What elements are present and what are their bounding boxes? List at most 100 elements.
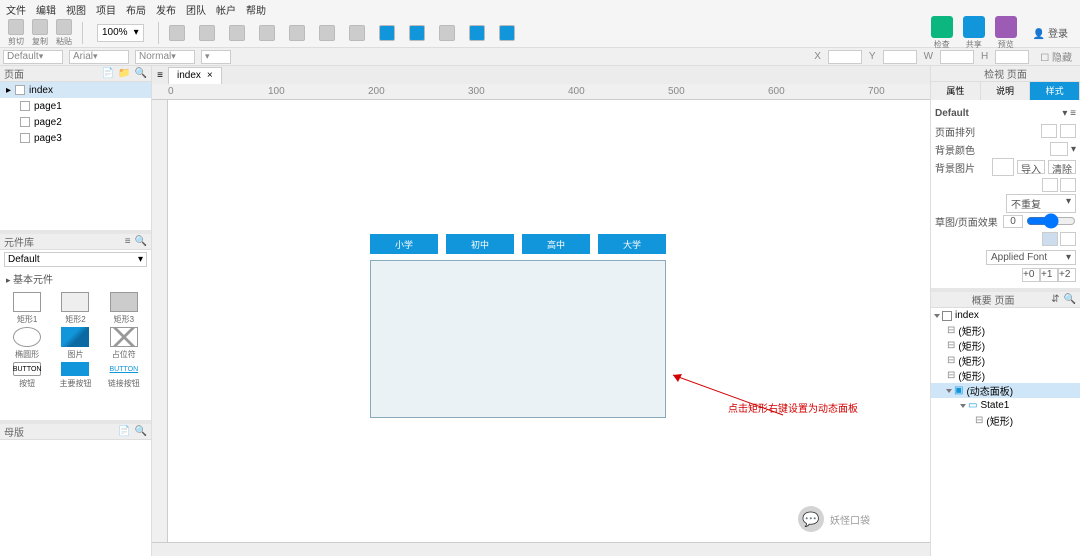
import-btn[interactable]: 导入 xyxy=(1017,160,1045,174)
outline-sort-icon[interactable]: ⇵ xyxy=(1051,294,1059,305)
widget-image[interactable]: 图片 xyxy=(52,327,98,360)
search-icon[interactable]: 🔍 xyxy=(135,236,147,247)
widget-link-button[interactable]: BUTTON链接按钮 xyxy=(101,362,147,389)
w-input[interactable] xyxy=(940,50,974,64)
login-link[interactable]: 👤 登录 xyxy=(1033,25,1068,40)
font-select[interactable]: Arial ▾ xyxy=(69,50,129,64)
tool-copy[interactable]: 复制 xyxy=(32,19,48,47)
t3[interactable] xyxy=(499,25,515,41)
halign-btn[interactable] xyxy=(1042,178,1058,192)
preview-btn[interactable]: 检查 xyxy=(931,16,953,50)
align-center-btn[interactable] xyxy=(1060,124,1076,138)
step1[interactable]: +1 xyxy=(1040,268,1058,282)
expand-icon[interactable] xyxy=(960,404,966,408)
page-node-page2[interactable]: page2 xyxy=(0,114,151,130)
canvas[interactable]: 小学 初中 高中 大学 点击矩形右键设置为动态面板 💬 妖怪口袋 xyxy=(168,100,930,542)
distribute-h[interactable] xyxy=(259,25,275,41)
library-select[interactable]: Default▾ xyxy=(4,252,147,267)
zoom-select[interactable]: 100%▾ xyxy=(97,24,144,42)
menu-project[interactable]: 项目 xyxy=(96,2,116,17)
hidden-checkbox[interactable]: ☐ 隐藏 xyxy=(1040,49,1072,64)
outline-item[interactable]: ⊟ (矩形) xyxy=(931,323,1080,338)
tool-paste[interactable]: 粘贴 xyxy=(56,19,72,47)
align-left-btn[interactable] xyxy=(1041,124,1057,138)
menu-account[interactable]: 帐户 xyxy=(216,2,236,17)
tool-new[interactable]: 剪切 xyxy=(8,19,24,47)
add-master-icon[interactable]: 📄 xyxy=(118,426,130,437)
sketch-value[interactable]: 0 xyxy=(1003,215,1023,228)
menu-file[interactable]: 文件 xyxy=(6,2,26,17)
color-toggle[interactable] xyxy=(1042,232,1058,246)
size-select[interactable]: ▾ xyxy=(201,50,231,64)
outline-item[interactable]: ⊟ (矩形) xyxy=(931,413,1080,428)
lib-menu-icon[interactable]: ≡ xyxy=(125,236,131,247)
canvas-button-2[interactable]: 初中 xyxy=(446,234,514,254)
distribute-v[interactable] xyxy=(289,25,305,41)
step0[interactable]: +0 xyxy=(1022,268,1040,282)
repeat-select[interactable]: 不重复▾ xyxy=(1006,194,1076,213)
widget-button[interactable]: BUTTON按钮 xyxy=(4,362,50,389)
publish-btn[interactable]: 预览 xyxy=(995,16,1017,50)
tab-properties[interactable]: 属性 xyxy=(931,82,981,100)
sketch-font-select[interactable]: Applied Font▾ xyxy=(986,250,1076,265)
t2[interactable] xyxy=(469,25,485,41)
widget-primary-button[interactable]: 主要按钮 xyxy=(52,362,98,389)
outline-dynamic-panel[interactable]: ▣ (动态面板) xyxy=(931,383,1080,398)
clear-btn[interactable]: 清除 xyxy=(1048,160,1076,174)
expand-icon[interactable] xyxy=(946,389,952,393)
expand-icon[interactable] xyxy=(934,314,940,318)
outline-item[interactable]: ⊟ (矩形) xyxy=(931,353,1080,368)
outline-item[interactable]: ⊟ (矩形) xyxy=(931,338,1080,353)
group[interactable] xyxy=(319,25,335,41)
search-icon[interactable]: 🔍 xyxy=(135,68,147,79)
t1[interactable] xyxy=(439,25,455,41)
expand-icon[interactable]: ▸ xyxy=(6,85,11,96)
widget-rect1[interactable]: 矩形1 xyxy=(4,292,50,325)
menu-arrange[interactable]: 布局 xyxy=(126,2,146,17)
tab-notes[interactable]: 说明 xyxy=(981,82,1031,100)
style-menu-icon[interactable]: ▾ ≡ xyxy=(1062,108,1076,119)
x-input[interactable] xyxy=(828,50,862,64)
search-icon[interactable]: 🔍 xyxy=(135,426,147,437)
front[interactable] xyxy=(379,25,395,41)
share-btn[interactable]: 共享 xyxy=(963,16,985,50)
widget-rect3[interactable]: 矩形3 xyxy=(101,292,147,325)
canvas-button-1[interactable]: 小学 xyxy=(370,234,438,254)
valign-btn[interactable] xyxy=(1060,178,1076,192)
grey-toggle[interactable] xyxy=(1060,232,1076,246)
align-center[interactable] xyxy=(199,25,215,41)
add-page-icon[interactable]: 📄 xyxy=(102,68,114,79)
back[interactable] xyxy=(409,25,425,41)
canvas-dynamic-panel[interactable] xyxy=(370,260,666,418)
tab-index[interactable]: index × xyxy=(168,67,222,84)
ungroup[interactable] xyxy=(349,25,365,41)
h-input[interactable] xyxy=(995,50,1029,64)
y-input[interactable] xyxy=(883,50,917,64)
close-icon[interactable]: × xyxy=(207,70,213,81)
search-icon[interactable]: 🔍 xyxy=(1064,294,1076,305)
add-folder-icon[interactable]: 📁 xyxy=(118,68,130,79)
widget-rect2[interactable]: 矩形2 xyxy=(52,292,98,325)
menu-edit[interactable]: 编辑 xyxy=(36,2,56,17)
style-select[interactable]: Default ▾ xyxy=(3,50,63,64)
sketch-slider[interactable] xyxy=(1026,213,1076,229)
outline-state[interactable]: ▭ State1 xyxy=(931,398,1080,413)
menu-view[interactable]: 视图 xyxy=(66,2,86,17)
bg-color-swatch[interactable] xyxy=(1050,142,1068,156)
widget-ellipse[interactable]: 椭圆形 xyxy=(4,327,50,360)
chevron-down-icon[interactable]: ▾ xyxy=(1071,144,1076,155)
canvas-button-4[interactable]: 大学 xyxy=(598,234,666,254)
menu-help[interactable]: 帮助 xyxy=(246,2,266,17)
page-node-page3[interactable]: page3 xyxy=(0,130,151,146)
page-node-index[interactable]: ▸index xyxy=(0,82,151,98)
widget-section[interactable]: ▸ 基本元件 xyxy=(0,269,151,288)
menu-publish[interactable]: 发布 xyxy=(156,2,176,17)
tab-style[interactable]: 样式 xyxy=(1030,82,1080,100)
step2[interactable]: +2 xyxy=(1058,268,1076,282)
align-right[interactable] xyxy=(229,25,245,41)
horizontal-scrollbar[interactable] xyxy=(152,542,930,556)
outline-item[interactable]: ⊟ (矩形) xyxy=(931,368,1080,383)
weight-select[interactable]: Normal ▾ xyxy=(135,50,195,64)
tab-nav-left[interactable]: ≡ xyxy=(152,70,168,81)
widget-placeholder[interactable]: 占位符 xyxy=(101,327,147,360)
